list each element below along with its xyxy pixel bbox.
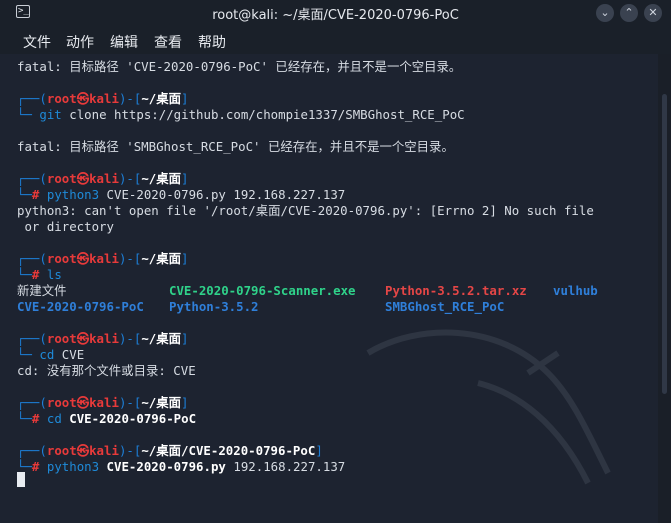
menu-action[interactable]: 动作 — [66, 32, 94, 52]
prompt-line: ┌──(root㉿kali)-[~/桌面] — [17, 395, 189, 410]
prompt-line: ┌──(root㉿kali)-[~/桌面] — [17, 251, 189, 266]
prompt-line: ┌──(root㉿kali)-[~/桌面] — [17, 91, 189, 106]
menu-edit[interactable]: 编辑 — [110, 32, 138, 52]
command-line: └─# python3 CVE-2020-0796.py 192.168.227… — [17, 459, 346, 474]
ls-entry: vulhub — [553, 283, 598, 298]
ls-entry: Python-3.5.2.tar.xz — [385, 283, 527, 298]
menu-help[interactable]: 帮助 — [198, 32, 226, 52]
ls-entry: SMBGhost_RCE_PoC — [385, 299, 505, 314]
ls-entry: CVE-2020-0796-PoC — [17, 299, 144, 314]
kali-dragon-watermark — [366, 329, 611, 485]
scroll-thumb[interactable] — [662, 94, 667, 394]
output-line: python3: can't open file '/root/桌面/CVE-2… — [17, 203, 594, 218]
command-line: └─ cd CVE — [17, 347, 85, 362]
prompt-line: ┌──(root㉿kali)-[~/桌面] — [17, 331, 189, 346]
maximize-icon[interactable]: ⌃ — [620, 4, 638, 22]
minimize-icon[interactable]: ⌄ — [596, 4, 614, 22]
command-line: └─# ls — [17, 267, 62, 282]
output-line: or directory — [17, 219, 114, 234]
close-icon[interactable]: ✕ — [644, 4, 662, 22]
ls-entry: 新建文件 — [17, 283, 67, 298]
menu-file[interactable]: 文件 — [23, 32, 51, 52]
command-line: └─# python3 CVE-2020-0796.py 192.168.227… — [17, 187, 346, 202]
terminal-cursor — [17, 472, 25, 487]
title-bar: >_ root@kali: ~/桌面/CVE-2020-0796-PoC ⌄ ⌃… — [0, 0, 671, 27]
menu-bar: 文件 动作 编辑 查看 帮助 — [0, 26, 671, 55]
menu-view[interactable]: 查看 — [154, 32, 182, 52]
terminal-output[interactable]: fatal: 目标路径 'CVE-2020-0796-PoC' 已经存在，并且不… — [0, 54, 658, 523]
ls-entry: CVE-2020-0796-Scanner.exe — [169, 283, 356, 298]
scrollbar[interactable] — [658, 54, 671, 523]
command-line: └─ git clone https://github.com/chompie1… — [17, 107, 465, 122]
command-line: └─# cd CVE-2020-0796-PoC — [17, 411, 197, 426]
output-line: cd: 没有那个文件或目录: CVE — [17, 363, 196, 378]
ls-entry: Python-3.5.2 — [169, 299, 259, 314]
output-line: fatal: 目标路径 'CVE-2020-0796-PoC' 已经存在，并且不… — [17, 59, 462, 74]
window-title: root@kali: ~/桌面/CVE-2020-0796-PoC — [212, 8, 459, 23]
output-line: fatal: 目标路径 'SMBGhost_RCE_PoC' 已经存在，并且不是… — [17, 139, 454, 154]
prompt-line: ┌──(root㉿kali)-[~/桌面] — [17, 171, 189, 186]
prompt-line: ┌──(root㉿kali)-[~/桌面/CVE-2020-0796-PoC] — [17, 443, 323, 458]
